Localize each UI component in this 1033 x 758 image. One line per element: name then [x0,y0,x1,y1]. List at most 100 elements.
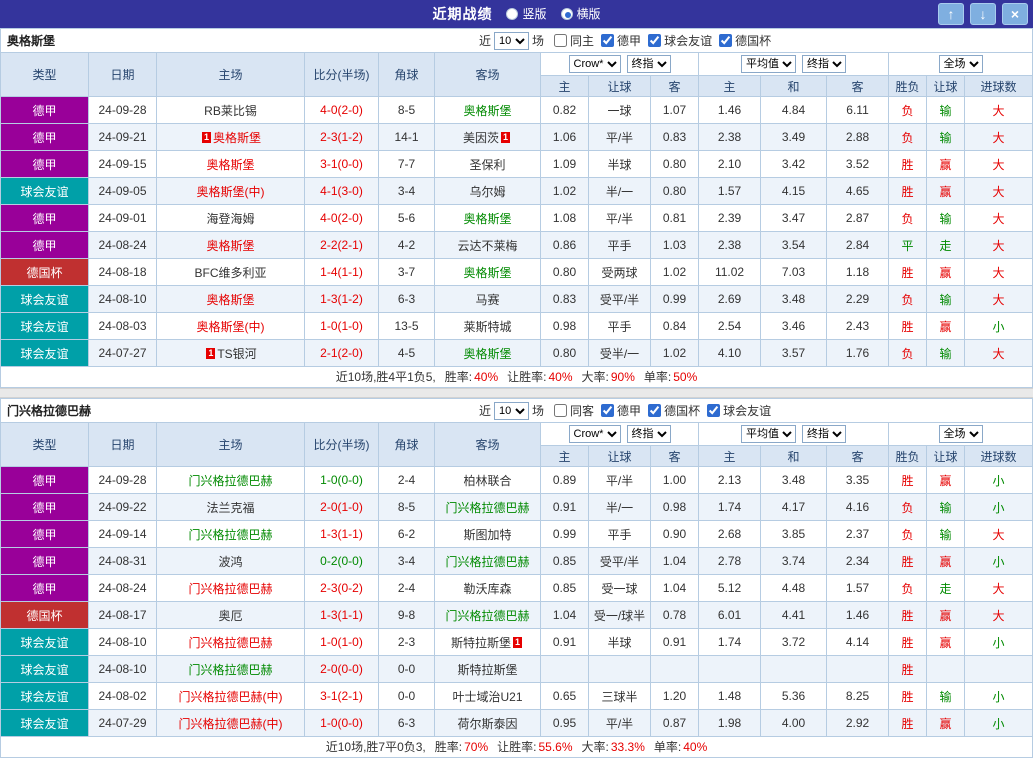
away-team-cell[interactable]: 门兴格拉德巴赫 [435,548,541,575]
away-team-cell[interactable]: 马赛 [435,286,541,313]
home-team-cell[interactable]: 波鸿 [157,548,305,575]
odds-company-select[interactable]: Crow* [569,425,621,443]
home-team-name: 奥格斯堡(中) [197,185,265,199]
home-team-cell[interactable]: 门兴格拉德巴赫 [157,521,305,548]
match-scope-select[interactable]: 全场 [939,425,983,443]
column-subheader: 让球 [589,76,651,97]
filter-checkbox[interactable]: 球会友谊 [648,32,712,49]
away-team-cell[interactable]: 奥格斯堡 [435,259,541,286]
home-team-cell[interactable]: 门兴格拉德巴赫 [157,629,305,656]
away-team-cell[interactable]: 圣保利 [435,151,541,178]
away-team-cell[interactable]: 叶士域治U21 [435,683,541,710]
close-button[interactable]: × [1002,3,1028,25]
home-team-cell[interactable]: 门兴格拉德巴赫(中) [157,683,305,710]
filter-checkbox[interactable]: 球会友谊 [707,402,771,419]
home-team-cell[interactable]: 法兰克福 [157,494,305,521]
asia-handicap-cell [589,656,651,683]
score-cell: 1-0(1-0) [305,629,379,656]
asia-odds-time-select[interactable]: 终指 [627,55,671,73]
away-team-cell[interactable]: 奥格斯堡 [435,97,541,124]
match-count-select[interactable]: 10 [494,402,529,420]
home-team-cell[interactable]: 门兴格拉德巴赫 [157,467,305,494]
home-team-cell[interactable]: 奥格斯堡 [157,151,305,178]
away-team-cell[interactable]: 云达不莱梅 [435,232,541,259]
away-team-cell[interactable]: 荷尔斯泰因 [435,710,541,737]
away-team-cell[interactable]: 斯特拉斯堡 [435,656,541,683]
filter-checkbox[interactable]: 德甲 [601,32,641,49]
league-badge: 德甲 [1,232,88,258]
euro-odds-type-select[interactable]: 平均值 [741,425,796,443]
match-count-select[interactable]: 10 [494,32,529,50]
away-team-cell[interactable]: 莱斯特城 [435,313,541,340]
filter-checkbox[interactable]: 德国杯 [648,402,700,419]
home-team-cell[interactable]: 门兴格拉德巴赫 [157,656,305,683]
corners-cell: 8-5 [379,97,435,124]
away-team-cell[interactable]: 乌尔姆 [435,178,541,205]
radio-icon [561,8,573,20]
away-team-name: 斯特拉斯堡 [457,663,517,677]
date-cell: 24-08-18 [89,259,157,286]
column-subheader: 主 [699,446,761,467]
home-team-cell[interactable]: 门兴格拉德巴赫(中) [157,710,305,737]
filter-checkbox[interactable]: 德甲 [601,402,641,419]
away-team-name: 云达不莱梅 [457,239,517,253]
scope-select-cell: 全场 [889,423,1033,446]
match-scope-select[interactable]: 全场 [939,55,983,73]
layout-radio-vertical[interactable]: 竖版 [506,5,546,22]
filter-checkbox[interactable]: 同主 [554,32,594,49]
away-team-cell[interactable]: 斯特拉斯堡1 [435,629,541,656]
scroll-up-button[interactable]: ↑ [938,3,964,25]
euro-draw-odds-cell [761,656,827,683]
result-cell: 胜 [889,683,927,710]
home-team-cell[interactable]: 1奥格斯堡 [157,124,305,151]
layout-radio-horizontal[interactable]: 横版 [561,5,601,22]
corners-cell: 4-5 [379,340,435,367]
asia-home-odds-cell: 0.85 [541,575,589,602]
checkbox-input[interactable] [601,34,614,47]
asia-odds-time-select[interactable]: 终指 [627,425,671,443]
home-team-cell[interactable]: 奥格斯堡 [157,232,305,259]
home-team-cell[interactable]: 奥格斯堡(中) [157,178,305,205]
euro-odds-type-select[interactable]: 平均值 [741,55,796,73]
away-team-cell[interactable]: 门兴格拉德巴赫 [435,602,541,629]
checkbox-input[interactable] [648,34,661,47]
goals-result-cell: 小 [965,313,1033,340]
scroll-down-button[interactable]: ↓ [970,3,996,25]
home-team-cell[interactable]: 门兴格拉德巴赫 [157,575,305,602]
checkbox-input[interactable] [554,34,567,47]
away-team-cell[interactable]: 奥格斯堡 [435,205,541,232]
filter-checkbox[interactable]: 德国杯 [719,32,771,49]
checkbox-input[interactable] [719,34,732,47]
filter-checkbox[interactable]: 同客 [554,402,594,419]
corners-cell: 9-8 [379,602,435,629]
away-team-name: 斯图加特 [463,528,511,542]
away-team-cell[interactable]: 勒沃库森 [435,575,541,602]
checkbox-input[interactable] [648,404,661,417]
checkbox-label: 德甲 [617,402,641,419]
home-team-cell[interactable]: BFC维多利亚 [157,259,305,286]
away-team-cell[interactable]: 门兴格拉德巴赫 [435,494,541,521]
result-cell: 胜 [889,548,927,575]
titlebar: 近期战绩 竖版横版 ↑ ↓ × [0,0,1033,28]
checkbox-input[interactable] [601,404,614,417]
home-team-cell[interactable]: 奥格斯堡 [157,286,305,313]
checkbox-input[interactable] [554,404,567,417]
home-team-cell[interactable]: RB莱比锡 [157,97,305,124]
handicap-result-cell: 赢 [927,467,965,494]
odds-company-select[interactable]: Crow* [569,55,621,73]
home-team-cell[interactable]: 奥厄 [157,602,305,629]
column-header: 类型 [1,423,89,467]
section-header: 门兴格拉德巴赫 近 10 场 同客德甲德国杯球会友谊 [0,398,1033,422]
away-team-cell[interactable]: 奥格斯堡 [435,340,541,367]
checkbox-input[interactable] [707,404,720,417]
away-team-cell[interactable]: 美因茨1 [435,124,541,151]
away-team-cell[interactable]: 柏林联合 [435,467,541,494]
goals-result-cell: 大 [965,232,1033,259]
home-team-cell[interactable]: 1TS银河 [157,340,305,367]
home-team-cell[interactable]: 海登海姆 [157,205,305,232]
stat-value: 40% [683,740,707,754]
euro-odds-time-select[interactable]: 终指 [802,55,846,73]
away-team-cell[interactable]: 斯图加特 [435,521,541,548]
euro-odds-time-select[interactable]: 终指 [802,425,846,443]
home-team-cell[interactable]: 奥格斯堡(中) [157,313,305,340]
